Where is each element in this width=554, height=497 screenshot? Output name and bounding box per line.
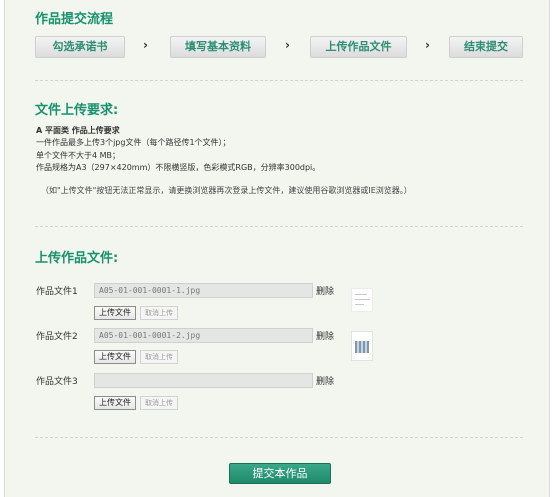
file-label: 作品文件1	[36, 287, 78, 297]
cancel-upload-button: 取消上传	[140, 306, 178, 320]
step-arrow-icon: ›	[425, 38, 430, 52]
step-arrow-icon: ›	[285, 38, 290, 52]
step-finish-submit[interactable]: 结束提交	[449, 36, 523, 58]
divider	[35, 80, 523, 81]
file-label: 作品文件2	[36, 332, 78, 342]
requirements-subtitle: A 平面类 作品上传要求	[36, 126, 120, 135]
delete-file-link[interactable]: 删除	[316, 284, 334, 297]
submit-work-button[interactable]: 提交本作品	[229, 463, 331, 484]
cancel-upload-button: 取消上传	[140, 396, 178, 410]
upload-file-button[interactable]: 上传文件	[94, 350, 136, 364]
requirement-line: 一件作品最多上传3个jpg文件（每个路径传1个文件）；	[36, 138, 231, 147]
delete-file-link[interactable]: 删除	[316, 374, 334, 387]
upload-file-button[interactable]: 上传文件	[94, 396, 136, 410]
requirement-line: 作品规格为A3（297×420mm）不限横竖版，色彩模式RGB，分辨率300dp…	[36, 163, 321, 172]
delete-file-link[interactable]: 删除	[316, 329, 334, 342]
upload-heading: 上传作品文件:	[35, 251, 119, 266]
file-thumbnail	[351, 331, 373, 361]
file-label: 作品文件3	[36, 377, 78, 387]
divider	[35, 437, 523, 438]
step-agree-pledge[interactable]: 勾选承诺书	[35, 36, 125, 58]
flow-steps: 勾选承诺书 › 填写基本资料 › 上传作品文件 › 结束提交	[35, 36, 523, 62]
file-path-field[interactable]: A05-01-001-0001-1.jpg	[94, 283, 313, 298]
step-fill-info[interactable]: 填写基本资料	[170, 36, 266, 58]
requirement-line: 单个文件不大于4 MB；	[36, 151, 121, 160]
browser-note: （如"上传文件"按钮无法正常显示，请更换浏览器再次登录上传文件，建议使用谷歌浏览…	[41, 186, 412, 195]
divider	[35, 226, 523, 227]
step-arrow-icon: ›	[143, 38, 148, 52]
flow-title: 作品提交流程	[35, 12, 114, 27]
page-frame: 作品提交流程 勾选承诺书 › 填写基本资料 › 上传作品文件 › 结束提交 文件…	[4, 0, 550, 497]
file-thumbnail	[351, 288, 373, 312]
upload-file-button[interactable]: 上传文件	[94, 306, 136, 320]
file-path-field[interactable]	[94, 373, 313, 388]
cancel-upload-button: 取消上传	[140, 350, 178, 364]
requirements-heading: 文件上传要求:	[35, 103, 119, 118]
step-upload-files[interactable]: 上传作品文件	[310, 36, 407, 58]
file-path-field[interactable]: A05-01-001-0001-2.jpg	[94, 328, 313, 343]
